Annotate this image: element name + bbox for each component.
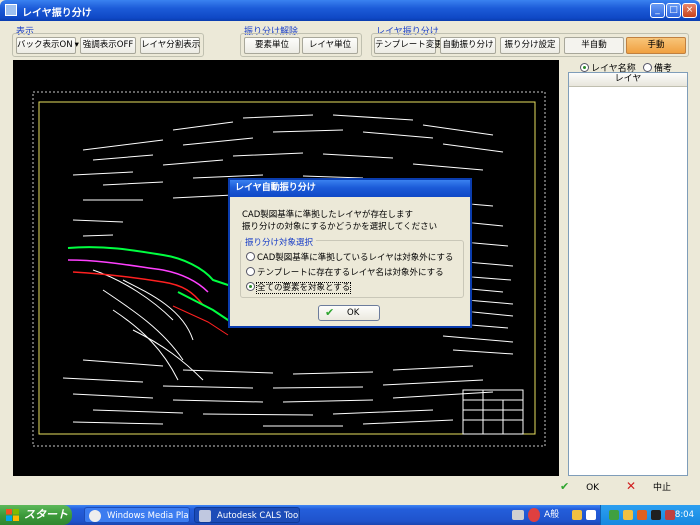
dialog-ok-button[interactable]: ✔ OK — [318, 305, 380, 321]
dialog-message-line1: CAD製図基準に準拠したレイヤが存在します — [242, 210, 414, 220]
title-bar: レイヤ振り分け _ □ × — [0, 0, 700, 21]
cross-icon: ✕ — [626, 479, 637, 493]
ime-tool-icon[interactable] — [572, 510, 582, 520]
check-icon: ✔ — [325, 306, 335, 319]
taskbar: スタート Windows Media Player Autodesk CALS … — [0, 505, 700, 525]
windows-flag-icon — [6, 509, 19, 521]
ime-mode[interactable]: A般 — [544, 505, 559, 525]
semi-auto-button[interactable]: 半自動 — [564, 37, 624, 54]
clock[interactable]: 8:04 — [675, 505, 694, 525]
layer-split-button[interactable]: レイヤ分割表示 — [140, 37, 200, 54]
close-button[interactable]: × — [682, 3, 697, 18]
network-icon[interactable] — [609, 510, 619, 520]
dialog-ok-label: OK — [347, 308, 360, 318]
option-exclude-template-radio[interactable] — [246, 267, 255, 276]
dropdown-arrow-icon[interactable]: ▾ — [75, 40, 79, 50]
volume-icon[interactable] — [651, 510, 661, 520]
task-media-player-label: Windows Media Player — [107, 511, 189, 521]
option-exclude-cad-standard-label: CAD製図基準に準拠しているレイヤは対象外にする — [257, 253, 454, 263]
minimize-button[interactable]: _ — [650, 3, 665, 18]
option-exclude-cad-standard-radio[interactable] — [246, 252, 255, 261]
option-all-elements-radio[interactable] — [246, 282, 255, 291]
system-tray: 8:04 — [600, 505, 700, 525]
layer-column-header[interactable]: レイヤ — [569, 73, 687, 87]
update-icon[interactable] — [637, 510, 647, 520]
dialog-message-line2: 振り分けの対象にするかどうかを選択してください — [242, 222, 438, 232]
security-icon[interactable] — [623, 510, 633, 520]
option-all-elements[interactable]: 全ての要素を対象とする — [246, 281, 352, 294]
target-selection-label: 振り分け対象選択 — [242, 236, 317, 248]
task-cals-tool-label: Autodesk CALS Tool.. — [217, 511, 300, 521]
footer-ok-button[interactable]: ✔ OK — [560, 478, 618, 495]
check-icon: ✔ — [560, 480, 570, 493]
manual-button[interactable]: 手動 — [626, 37, 686, 54]
media-player-icon — [89, 510, 101, 522]
autodesk-icon — [199, 510, 211, 522]
back-display-label: バック表示ON — [17, 40, 73, 50]
layer-list[interactable]: レイヤ — [568, 72, 688, 476]
maximize-button[interactable]: □ — [666, 3, 681, 18]
template-change-button[interactable]: テンプレート変更 — [374, 37, 443, 54]
radio-remarks-dot[interactable] — [643, 63, 652, 72]
auto-assign-button[interactable]: 自動振り分け — [440, 37, 496, 54]
element-unit-button[interactable]: 要素単位 — [244, 37, 300, 54]
keyboard-icon[interactable] — [512, 510, 524, 520]
highlight-button[interactable]: 強調表示OFF — [80, 37, 136, 54]
start-button[interactable]: スタート — [0, 505, 72, 525]
footer-cancel-label: 中止 — [652, 483, 671, 493]
ime-icon[interactable] — [528, 508, 540, 522]
layer-list-body[interactable] — [569, 87, 687, 475]
option-exclude-cad-standard[interactable]: CAD製図基準に準拠しているレイヤは対象外にする — [246, 251, 453, 263]
footer-cancel-button[interactable]: ✕ 中止 — [626, 478, 688, 495]
start-label: スタート — [24, 508, 68, 521]
highlighted-roads — [67, 246, 244, 336]
dialog-title: レイヤ自動振り分け — [230, 180, 470, 197]
assign-settings-button[interactable]: 振り分け設定 — [500, 37, 560, 54]
option-all-elements-label: 全ての要素を対象とする — [255, 282, 352, 294]
auto-assign-dialog: レイヤ自動振り分け CAD製図基準に準拠したレイヤが存在します 振り分けの対象に… — [228, 178, 472, 328]
footer-ok-label: OK — [586, 483, 600, 493]
title-block — [462, 389, 524, 435]
task-media-player[interactable]: Windows Media Player — [84, 507, 190, 523]
option-exclude-template-label: テンプレートに存在するレイヤ名は対象外にする — [257, 268, 444, 278]
help-icon[interactable] — [586, 510, 596, 520]
layer-unit-button[interactable]: レイヤ単位 — [302, 37, 358, 54]
antivirus-icon[interactable] — [665, 510, 675, 520]
window-title: レイヤ振り分け — [22, 8, 92, 19]
radio-layer-name-dot[interactable] — [580, 63, 589, 72]
back-display-button[interactable]: バック表示ON ▾ — [16, 37, 79, 54]
task-cals-tool[interactable]: Autodesk CALS Tool.. — [194, 507, 300, 523]
app-icon — [5, 4, 17, 16]
option-exclude-template[interactable]: テンプレートに存在するレイヤ名は対象外にする — [246, 266, 444, 278]
